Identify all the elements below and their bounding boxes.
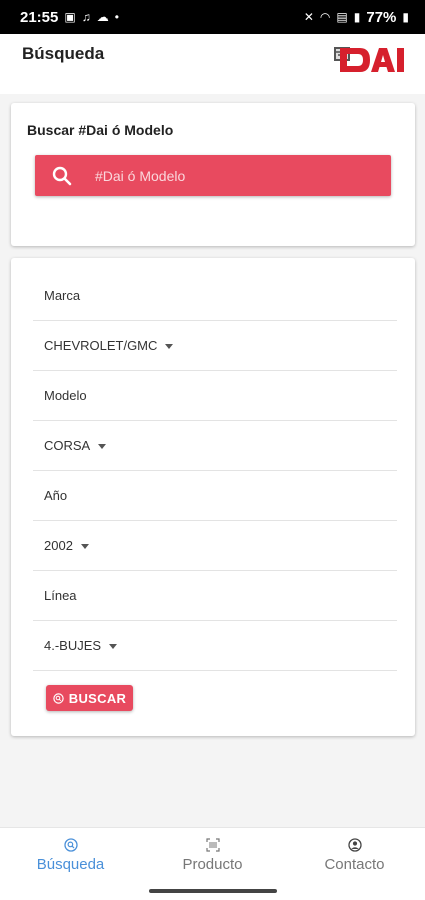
bottom-nav: Búsqueda Producto Contacto bbox=[0, 827, 425, 900]
modelo-value: CORSA bbox=[44, 438, 91, 453]
tab-label: Contacto bbox=[324, 856, 385, 873]
search-card: Buscar #Dai ó Modelo bbox=[11, 103, 415, 246]
signal-icon: ▮ bbox=[353, 10, 361, 24]
barcode-scan-icon bbox=[205, 838, 220, 852]
buscar-label: BUSCAR bbox=[68, 690, 127, 706]
search-input[interactable] bbox=[95, 155, 375, 196]
modelo-label: Modelo bbox=[33, 371, 397, 421]
chevron-down-icon bbox=[165, 343, 174, 349]
marca-label: Marca bbox=[33, 271, 397, 321]
app-bar: Búsqueda bbox=[0, 34, 425, 94]
battery-icon: ▮ bbox=[402, 10, 409, 24]
linea-value: 4.-BUJES bbox=[44, 638, 102, 653]
filter-card: Marca CHEVROLET/GMC Modelo CORSA Año 200… bbox=[11, 258, 415, 736]
anio-dropdown[interactable]: 2002 bbox=[33, 521, 397, 571]
mute-icon: ✕ bbox=[303, 10, 314, 24]
linea-dropdown[interactable]: 4.-BUJES bbox=[33, 621, 397, 671]
headphones-icon: ♫ bbox=[81, 10, 91, 24]
dai-logo bbox=[334, 47, 404, 72]
chevron-down-icon bbox=[98, 443, 107, 449]
page-content: Buscar #Dai ó Modelo Marca CHEVROLET/GMC… bbox=[0, 94, 425, 827]
gesture-bar[interactable] bbox=[149, 889, 277, 893]
dot-icon: • bbox=[114, 10, 119, 24]
lte-icon: ▤ bbox=[336, 10, 348, 24]
status-bar: 21:55 ▣ ♫ ☁ • ✕ ◠ ▤ ▮ 77% ▮ bbox=[0, 0, 425, 34]
search-circle-icon bbox=[63, 838, 78, 852]
page-title: Búsqueda bbox=[22, 44, 105, 63]
marca-value: CHEVROLET/GMC bbox=[44, 338, 158, 353]
tab-label: Producto bbox=[182, 856, 243, 873]
person-circle-icon bbox=[347, 838, 362, 852]
tab-contacto[interactable]: Contacto bbox=[284, 838, 425, 878]
marca-dropdown[interactable]: CHEVROLET/GMC bbox=[33, 321, 397, 371]
search-circle-icon bbox=[53, 692, 64, 704]
chevron-down-icon bbox=[80, 543, 89, 549]
status-bar-left: 21:55 ▣ ♫ ☁ • bbox=[20, 9, 119, 26]
modelo-dropdown[interactable]: CORSA bbox=[33, 421, 397, 471]
chevron-down-icon bbox=[109, 643, 118, 649]
search-bar[interactable] bbox=[35, 155, 391, 196]
anio-value: 2002 bbox=[44, 538, 73, 553]
search-icon[interactable] bbox=[51, 165, 73, 187]
status-bar-right: ✕ ◠ ▤ ▮ 77% ▮ bbox=[304, 9, 409, 26]
buscar-button[interactable]: BUSCAR bbox=[46, 685, 133, 711]
tab-producto[interactable]: Producto bbox=[142, 838, 283, 878]
tab-busqueda[interactable]: Búsqueda bbox=[0, 838, 141, 878]
linea-label: Línea bbox=[33, 571, 397, 621]
tab-label: Búsqueda bbox=[36, 856, 105, 873]
cloud-icon: ☁ bbox=[96, 10, 109, 24]
anio-label: Año bbox=[33, 471, 397, 521]
search-card-title: Buscar #Dai ó Modelo bbox=[27, 122, 174, 138]
wifi-icon: ◠ bbox=[319, 10, 331, 24]
battery-level: 77% bbox=[366, 8, 397, 26]
status-time: 21:55 bbox=[20, 8, 59, 26]
image-icon: ▣ bbox=[64, 10, 76, 24]
